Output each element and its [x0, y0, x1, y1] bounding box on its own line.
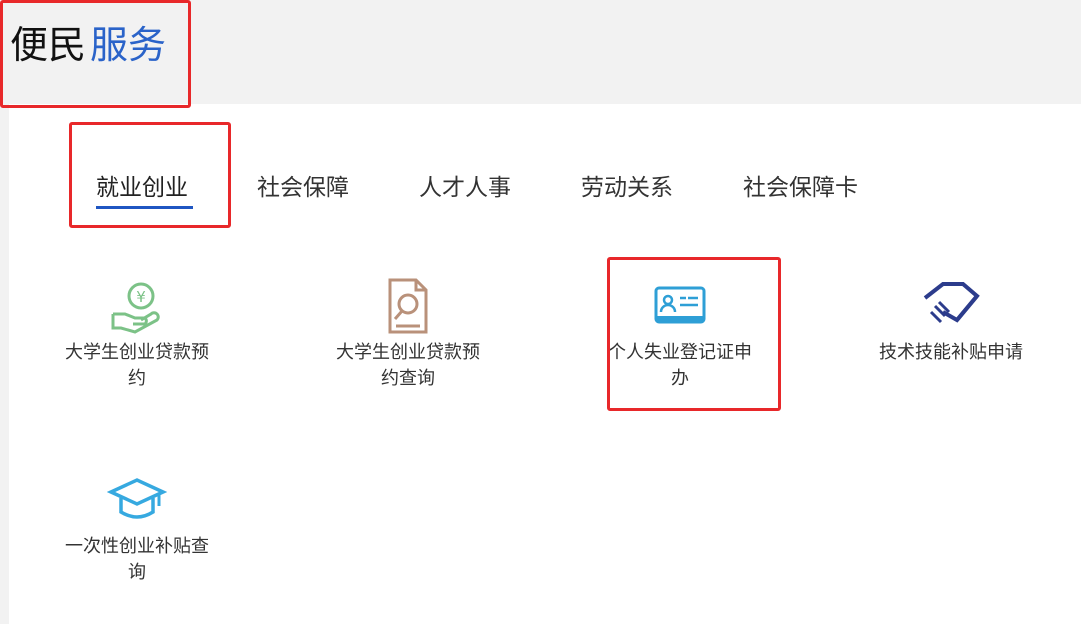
id-card-icon — [654, 286, 706, 324]
service-label: 技术技能补贴申请 — [879, 342, 1023, 363]
tab-labor-relations[interactable]: 劳动关系 — [581, 168, 673, 208]
page-title: 便民 服务 — [10, 20, 166, 70]
active-tab-indicator — [96, 206, 193, 209]
service-label: 大学生创业贷款预约查询 — [336, 342, 480, 389]
handshake-icon — [923, 282, 980, 324]
tab-social-security-card[interactable]: 社会保障卡 — [743, 168, 858, 208]
service-label: 个人失业登记证申办 — [608, 342, 752, 389]
svg-text:¥: ¥ — [136, 288, 146, 306]
service-label: 大学生创业贷款预约 — [65, 342, 209, 389]
document-search-icon — [388, 278, 428, 334]
tab-talent-personnel[interactable]: 人才人事 — [419, 168, 511, 208]
page-title-part2: 服务 — [90, 23, 167, 67]
money-hand-icon: ¥ — [111, 282, 160, 334]
tab-employment[interactable]: 就业创业 — [96, 168, 188, 208]
service-skill-subsidy[interactable]: 技术技能补贴申请 — [851, 276, 1051, 366]
page-title-part1: 便民 — [10, 23, 87, 67]
tab-social-security[interactable]: 社会保障 — [257, 168, 349, 208]
service-student-loan-query[interactable]: 大学生创业贷款预约查询 — [308, 276, 508, 392]
service-student-loan-reservation[interactable]: ¥ 大学生创业贷款预约 — [37, 276, 237, 392]
graduation-cap-icon — [107, 478, 167, 519]
service-one-time-subsidy-query[interactable]: 一次性创业补贴查询 — [37, 470, 237, 586]
service-unemployment-registration[interactable]: 个人失业登记证申办 — [580, 276, 780, 392]
service-label: 一次性创业补贴查询 — [65, 536, 209, 583]
